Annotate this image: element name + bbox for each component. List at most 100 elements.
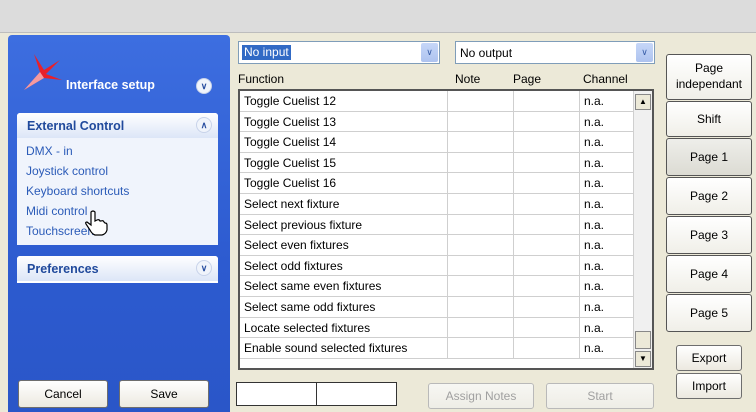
column-header-channel: Channel <box>583 72 628 86</box>
cell-page <box>514 297 580 317</box>
note-entry-box <box>236 382 397 406</box>
save-button[interactable]: Save <box>119 380 209 408</box>
page-3-button[interactable]: Page 3 <box>666 216 752 254</box>
cell-channel: n.a. <box>584 341 605 356</box>
column-header-function: Function <box>238 72 285 86</box>
table-row[interactable]: Toggle Cuelist 15 n.a. <box>240 152 634 174</box>
page-5-button[interactable]: Page 5 <box>666 294 752 332</box>
cell-function: Select odd fixtures <box>240 255 448 276</box>
sidebar-item-dmx-in[interactable]: DMX - in <box>26 141 218 161</box>
table-row[interactable]: Toggle Cuelist 13 n.a. <box>240 111 634 133</box>
table-row[interactable]: Select next fixture n.a. <box>240 194 634 215</box>
cell-channel: n.a. <box>584 320 605 335</box>
cell-channel: n.a. <box>584 176 605 191</box>
chevron-down-icon[interactable]: ∨ <box>196 78 212 94</box>
cell-note <box>448 194 514 214</box>
cell-function: Select even fixtures <box>240 235 448 255</box>
cell-note <box>448 235 514 255</box>
page-2-button[interactable]: Page 2 <box>666 177 752 215</box>
external-control-panel: External Control ∧ DMX - in Joystick con… <box>17 113 218 245</box>
cell-page <box>514 338 580 358</box>
cell-channel: n.a. <box>584 258 605 273</box>
cell-function: Select previous fixture <box>240 214 448 235</box>
cell-channel: n.a. <box>584 300 605 314</box>
sidebar-item-midi-control[interactable]: Midi control <box>26 201 218 221</box>
cell-page <box>514 235 580 255</box>
preferences-title: Preferences <box>27 262 99 276</box>
chevron-down-icon[interactable]: ∨ <box>421 43 438 62</box>
cell-page <box>514 132 580 152</box>
cell-function: Enable sound selected fixtures <box>240 338 448 358</box>
page-1-button[interactable]: Page 1 <box>666 138 752 176</box>
cell-function: Locate selected fixtures <box>240 317 448 338</box>
cell-function: Toggle Cuelist 16 <box>240 173 448 193</box>
cell-note <box>448 152 514 173</box>
table-row[interactable]: Toggle Cuelist 14 n.a. <box>240 132 634 153</box>
cell-note <box>448 214 514 235</box>
cell-function: Select next fixture <box>240 194 448 214</box>
table-row[interactable]: Toggle Cuelist 12 n.a. <box>240 91 634 112</box>
cell-function: Select same odd fixtures <box>240 297 448 317</box>
input-select[interactable]: No input ∨ <box>238 41 440 64</box>
cell-note <box>448 255 514 276</box>
cell-function: Toggle Cuelist 14 <box>240 132 448 152</box>
external-control-header[interactable]: External Control ∧ <box>17 113 218 138</box>
export-button[interactable]: Export <box>676 345 742 371</box>
external-control-title: External Control <box>27 119 125 133</box>
vertical-scrollbar[interactable]: ▲ ▼ <box>633 91 652 368</box>
cell-function: Toggle Cuelist 13 <box>240 111 448 132</box>
page-entry-field[interactable] <box>317 383 397 405</box>
assign-notes-button[interactable]: Assign Notes <box>428 383 534 409</box>
cell-page <box>514 276 580 296</box>
shift-button[interactable]: Shift <box>666 101 752 137</box>
cell-function: Select same even fixtures <box>240 276 448 296</box>
cell-page <box>514 152 580 173</box>
cell-note <box>448 297 514 317</box>
cell-function: Toggle Cuelist 12 <box>240 91 448 111</box>
note-entry-field[interactable] <box>237 383 317 405</box>
table-row[interactable]: Locate selected fixtures n.a. <box>240 317 634 339</box>
start-button[interactable]: Start <box>546 383 654 409</box>
page-4-button[interactable]: Page 4 <box>666 255 752 293</box>
cell-note <box>448 173 514 193</box>
preferences-header[interactable]: Preferences ∨ <box>17 256 218 281</box>
table-row[interactable]: Toggle Cuelist 16 n.a. <box>240 173 634 194</box>
cell-page <box>514 111 580 132</box>
cell-channel: n.a. <box>584 238 605 253</box>
cell-note <box>448 132 514 152</box>
function-table: Toggle Cuelist 12 n.a. Toggle Cuelist 13 n.… <box>238 89 654 370</box>
table-row[interactable]: Select same odd fixtures n.a. <box>240 297 634 318</box>
cell-note <box>448 111 514 132</box>
app-logo-icon <box>24 54 62 90</box>
cell-channel: n.a. <box>584 197 605 211</box>
cell-function: Toggle Cuelist 15 <box>240 152 448 173</box>
table-row[interactable]: Enable sound selected fixtures n.a. <box>240 338 634 359</box>
cell-page <box>514 173 580 193</box>
cell-note <box>448 338 514 358</box>
cell-page <box>514 214 580 235</box>
scroll-thumb[interactable] <box>635 331 651 349</box>
cell-channel: n.a. <box>584 155 605 170</box>
table-row[interactable]: Select odd fixtures n.a. <box>240 255 634 277</box>
table-row[interactable]: Select even fixtures n.a. <box>240 235 634 256</box>
output-select[interactable]: No output ∨ <box>455 41 655 64</box>
hand-pointer-icon <box>85 210 108 236</box>
scroll-down-icon[interactable]: ▼ <box>635 351 651 367</box>
chevron-up-icon[interactable]: ∧ <box>196 117 212 133</box>
table-row[interactable]: Select same even fixtures n.a. <box>240 276 634 297</box>
sidebar-item-keyboard-shortcuts[interactable]: Keyboard shortcuts <box>26 181 218 201</box>
table-row[interactable]: Select previous fixture n.a. <box>240 214 634 236</box>
cell-page <box>514 255 580 276</box>
chevron-down-icon[interactable]: ∨ <box>636 43 653 62</box>
scroll-up-icon[interactable]: ▲ <box>635 94 651 110</box>
preferences-panel[interactable]: Preferences ∨ <box>17 256 218 283</box>
chevron-down-icon[interactable]: ∨ <box>196 260 212 276</box>
page-independant-button[interactable]: Page independant <box>666 54 752 100</box>
external-control-list: DMX - in Joystick control Keyboard short… <box>17 138 218 245</box>
cancel-button[interactable]: Cancel <box>18 380 108 408</box>
sidebar-item-touchscreen[interactable]: Touchscreen <box>26 221 218 241</box>
sidebar-item-joystick-control[interactable]: Joystick control <box>26 161 218 181</box>
column-header-page: Page <box>513 72 542 86</box>
cell-channel: n.a. <box>584 279 605 294</box>
import-button[interactable]: Import <box>676 373 742 399</box>
